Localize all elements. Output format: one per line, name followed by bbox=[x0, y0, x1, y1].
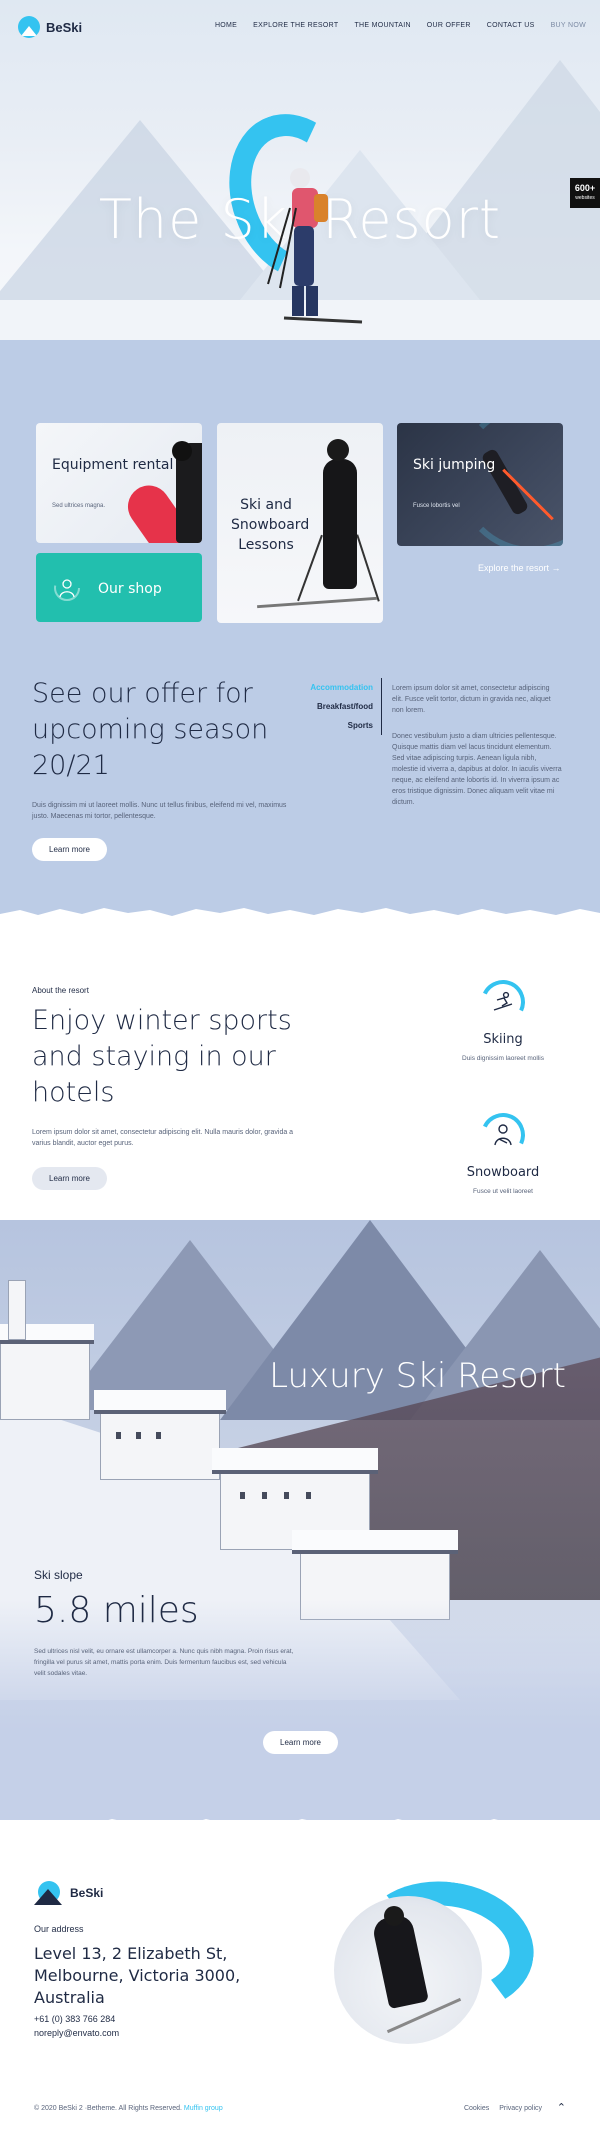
card-ski-jumping[interactable]: Ski jumping Fusce lobortis vel bbox=[397, 423, 563, 546]
about-title: Enjoy winter sports and staying in our h… bbox=[32, 1005, 292, 1108]
offer-title: See our offer for upcoming season 20/21 bbox=[32, 678, 269, 781]
card-title: Ski and Snowboard Lessons bbox=[231, 497, 310, 553]
slope-value: 5.8 miles bbox=[34, 1590, 199, 1631]
card-title: Our shop bbox=[98, 581, 162, 597]
about-learn-more-button[interactable]: Learn more bbox=[32, 1167, 107, 1190]
village-image bbox=[0, 1220, 600, 1820]
feature-snowboard: Snowboard Fusce ut velit laoreet bbox=[428, 1106, 578, 1195]
helmet-image bbox=[327, 439, 349, 461]
roof-image bbox=[212, 1448, 378, 1474]
card-equipment-rental[interactable]: Equipment rental Sed ultrices magna. bbox=[36, 423, 202, 543]
logo-mark-icon bbox=[18, 16, 40, 38]
feature-skiing: Skiing Duis dignissim laoreet mollis bbox=[428, 973, 578, 1062]
card-lessons[interactable]: Ski and Snowboard Lessons bbox=[217, 423, 383, 623]
phone-number[interactable]: +61 (0) 383 766 284 bbox=[34, 2014, 115, 2024]
nav-contact[interactable]: CONTACT US bbox=[487, 22, 535, 29]
skier-image bbox=[323, 459, 357, 589]
feature-name: Snowboard bbox=[466, 1165, 540, 1180]
ski-pole bbox=[356, 534, 380, 602]
tab-sports[interactable]: Sports bbox=[310, 716, 381, 735]
church-tower-image bbox=[8, 1280, 26, 1340]
offer-learn-more-button[interactable]: Learn more bbox=[32, 838, 107, 861]
footer-logo[interactable]: BeSki bbox=[34, 1881, 103, 1905]
footer-links: Cookies Privacy policy bbox=[456, 2105, 542, 2112]
shop-person-icon bbox=[54, 575, 80, 601]
footer-skier-image bbox=[334, 1896, 482, 2044]
ski-image bbox=[257, 596, 377, 609]
logo-mark-icon bbox=[34, 1881, 62, 1905]
card-title: Ski jumping bbox=[413, 457, 496, 473]
helmet-image bbox=[172, 441, 192, 461]
luxury-title: Luxury Ski Resort bbox=[269, 1356, 566, 1396]
house-image bbox=[0, 1340, 90, 1420]
about-eyebrow: About the resort bbox=[32, 986, 89, 995]
card-subtitle: Fusce lobortis vel bbox=[413, 503, 460, 509]
card-title: Equipment rental bbox=[52, 457, 174, 473]
nav-buy-now[interactable]: BUY NOW bbox=[551, 22, 586, 29]
copyright: © 2020 BeSki 2 ·Betheme. All Rights Rese… bbox=[34, 2105, 223, 2112]
nav-explore[interactable]: EXPLORE THE RESORT bbox=[253, 22, 338, 29]
back-to-top-icon[interactable]: ⌃ bbox=[557, 2101, 566, 2114]
image-fade bbox=[0, 1600, 600, 1820]
snowboarder-icon bbox=[474, 1106, 532, 1164]
address-label: Our address bbox=[34, 1924, 84, 1934]
main-menu: HOME EXPLORE THE RESORT THE MOUNTAIN OUR… bbox=[199, 22, 586, 29]
slope-label: Ski slope bbox=[34, 1568, 83, 1582]
house-image bbox=[100, 1410, 220, 1480]
muffin-group-link[interactable]: Muffin group bbox=[184, 2105, 223, 2112]
cookies-link[interactable]: Cookies bbox=[464, 2105, 489, 2112]
privacy-policy-link[interactable]: Privacy policy bbox=[499, 2105, 542, 2112]
roof-image bbox=[292, 1530, 458, 1554]
websites-counter-badge[interactable]: 600+ websites bbox=[570, 178, 600, 208]
tab-accommodation[interactable]: Accommodation bbox=[310, 678, 381, 697]
skier-image bbox=[267, 168, 363, 324]
nav-offer[interactable]: OUR OFFER bbox=[427, 22, 471, 29]
nav-home[interactable]: HOME bbox=[215, 22, 237, 29]
roof-image bbox=[94, 1390, 226, 1414]
address: Level 13, 2 Elizabeth St, Melbourne, Vic… bbox=[34, 1944, 241, 2007]
email-address[interactable]: noreply@envato.com bbox=[34, 2028, 119, 2038]
skier-icon bbox=[474, 973, 532, 1031]
offer-tabs: Accommodation Breakfast/food Sports bbox=[310, 678, 382, 735]
hero: The Ski Resort 600+ websites bbox=[0, 0, 600, 360]
offer-paragraph: Donec vestibulum justo a diam ultricies … bbox=[392, 733, 562, 806]
explore-resort-link[interactable]: Explore the resort → bbox=[478, 563, 561, 573]
logo[interactable]: BeSki bbox=[18, 16, 82, 38]
feature-name: Skiing bbox=[483, 1032, 523, 1047]
slope-text: Sed ultrices nisl velit, eu ornare est u… bbox=[34, 1648, 294, 1677]
feature-sub: Fusce ut velit laoreet bbox=[473, 1188, 533, 1195]
feature-sub: Duis dignissim laoreet mollis bbox=[462, 1055, 544, 1062]
card-subtitle: Sed ultrices magna. bbox=[52, 503, 106, 509]
tab-breakfast-food[interactable]: Breakfast/food bbox=[310, 697, 381, 716]
luxury-learn-more-button[interactable]: Learn more bbox=[263, 1731, 338, 1754]
offer-text: Duis dignissim mi ut laoreet mollis. Nun… bbox=[32, 802, 287, 820]
offer-paragraph: Lorem ipsum dolor sit amet, consectetur … bbox=[392, 685, 551, 714]
about-text: Lorem ipsum dolor sit amet, consectetur … bbox=[32, 1129, 294, 1147]
nav-mountain[interactable]: THE MOUNTAIN bbox=[354, 22, 410, 29]
card-our-shop[interactable]: Our shop bbox=[36, 553, 202, 622]
top-nav: BeSki HOME EXPLORE THE RESORT THE MOUNTA… bbox=[0, 0, 600, 54]
